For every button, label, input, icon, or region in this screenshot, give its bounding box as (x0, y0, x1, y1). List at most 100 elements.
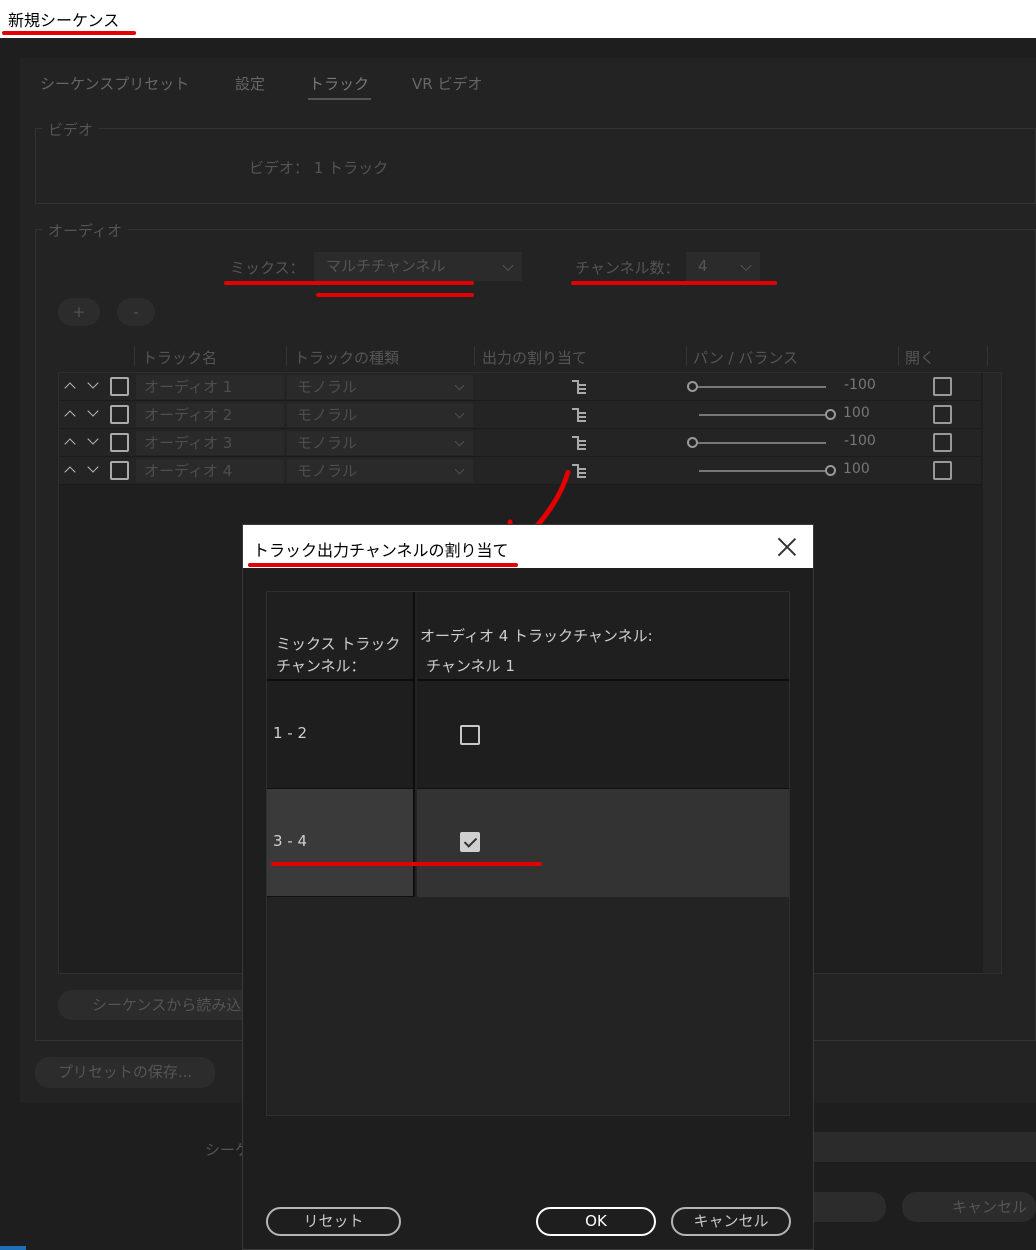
track-type-dropdown[interactable]: モノラル (287, 431, 473, 455)
track-select-checkbox[interactable] (110, 405, 129, 424)
column-header-track-type: トラックの種類 (294, 349, 400, 367)
add-track-button[interactable]: + (58, 298, 100, 326)
pan-slider-track[interactable] (699, 414, 825, 416)
track-header-line1: オーディオ 4 トラックチャンネル: (420, 627, 653, 645)
move-down-icon[interactable] (87, 405, 99, 417)
annotation-underline (224, 281, 474, 285)
reset-button[interactable]: リセット (266, 1207, 401, 1236)
window-title: 新規シーケンス (8, 11, 120, 30)
routing-icon[interactable] (571, 379, 587, 395)
pan-value: 100 (843, 405, 870, 421)
move-down-icon[interactable] (87, 461, 99, 473)
routing-icon[interactable] (571, 435, 587, 451)
pan-slider-knob[interactable] (825, 409, 836, 420)
mix-header-line2: チャンネル： (276, 657, 366, 675)
save-preset-button[interactable]: プリセットの保存... (35, 1057, 215, 1088)
table-scrollbar[interactable] (983, 373, 1001, 973)
ok-button[interactable]: OK (536, 1207, 656, 1236)
chevron-down-icon (740, 259, 752, 271)
track-header-line2: チャンネル 1 (426, 657, 515, 675)
mix-dropdown[interactable]: マルチチャンネル (314, 252, 522, 281)
pan-slider-knob[interactable] (687, 381, 698, 392)
pan-slider-knob[interactable] (825, 465, 836, 476)
column-separator (686, 346, 687, 366)
list-item: 3 - 4 (267, 789, 415, 897)
video-group (35, 128, 1036, 204)
annotation-underline (271, 862, 542, 866)
sequence-name-field[interactable] (800, 1132, 1036, 1162)
column-header-open: 開く (905, 349, 936, 367)
close-icon[interactable] (777, 537, 797, 557)
column-header-track-name: トラック名 (142, 349, 218, 367)
track-name-field[interactable]: オーディオ 4 (136, 459, 284, 483)
load-from-sequence-button[interactable]: シーケンスから読み込 (58, 990, 258, 1020)
track-type-dropdown[interactable]: モノラル (287, 459, 473, 483)
chevron-down-icon (454, 408, 465, 419)
channel-assign-checkbox[interactable] (460, 725, 480, 745)
annotation-underline (2, 31, 136, 35)
track-select-checkbox[interactable] (110, 461, 129, 480)
cancel-button[interactable]: キャンセル (671, 1207, 791, 1236)
pan-slider-track[interactable] (699, 470, 825, 472)
track-select-checkbox[interactable] (110, 433, 129, 452)
mix-track-channel-header: ミックス トラック チャンネル： (267, 592, 415, 681)
table-row: オーディオ 3 モノラル -100 (59, 429, 981, 457)
open-checkbox[interactable] (933, 433, 952, 452)
open-checkbox[interactable] (933, 377, 952, 396)
tab-sequence-presets[interactable]: シーケンスプリセット (40, 73, 189, 94)
cancel-label: キャンセル (952, 1198, 1028, 1216)
move-down-icon[interactable] (87, 433, 99, 445)
track-name-field[interactable]: オーディオ 2 (136, 403, 284, 427)
tab-settings[interactable]: 設定 (235, 73, 265, 94)
tab-tracks[interactable]: トラック (309, 73, 369, 94)
track-type-value: モノラル (297, 434, 358, 452)
dialog-titlebar: トラック出力チャンネルの割り当て (243, 525, 813, 568)
column-header-output-assignment: 出力の割り当て (482, 349, 588, 367)
taskbar-sliver (0, 1246, 26, 1250)
column-separator (474, 346, 475, 366)
pan-value: -100 (844, 433, 876, 449)
list-item (417, 789, 789, 897)
annotation-underline (316, 293, 474, 297)
chevron-down-icon (454, 436, 465, 447)
open-checkbox[interactable] (933, 461, 952, 480)
chevron-down-icon (454, 380, 465, 391)
pan-value: -100 (844, 377, 876, 393)
routing-icon[interactable] (571, 407, 587, 423)
annotation-underline (571, 281, 777, 285)
remove-track-button[interactable]: - (117, 298, 155, 326)
mix-dropdown-value: マルチチャンネル (326, 257, 446, 275)
move-up-icon[interactable] (64, 410, 76, 422)
track-type-dropdown[interactable]: モノラル (287, 403, 473, 427)
mix-header-line1: ミックス トラック (276, 635, 401, 653)
cancel-button-background[interactable]: キャンセル (902, 1192, 1036, 1222)
audio-group-title: オーディオ (42, 220, 128, 241)
track-select-checkbox[interactable] (110, 377, 129, 396)
column-header-pan-balance: パン / バランス (693, 349, 799, 367)
annotation-underline (248, 563, 518, 567)
move-up-icon[interactable] (64, 466, 76, 478)
channel-assignment-grid: ミックス トラック チャンネル： オーディオ 4 トラックチャンネル: チャンネ… (266, 591, 790, 1116)
video-group-title: ビデオ (42, 119, 100, 140)
move-up-icon[interactable] (64, 438, 76, 450)
track-name-field[interactable]: オーディオ 1 (136, 375, 284, 399)
channels-label: チャンネル数： (575, 259, 680, 277)
column-separator (987, 346, 988, 366)
move-down-icon[interactable] (87, 377, 99, 389)
chevron-down-icon (502, 259, 514, 271)
track-name-field[interactable]: オーディオ 3 (136, 431, 284, 455)
chevron-down-icon (454, 464, 465, 475)
open-checkbox[interactable] (933, 405, 952, 424)
pan-slider-track[interactable] (698, 442, 826, 444)
active-tab-indicator (308, 98, 371, 100)
pan-slider-knob[interactable] (687, 437, 698, 448)
video-track-summary: ビデオ： 1 トラック (249, 159, 389, 177)
tab-vr-video[interactable]: VR ビデオ (412, 73, 482, 94)
list-item: 1 - 2 (267, 681, 415, 789)
move-up-icon[interactable] (64, 382, 76, 394)
channel-assign-checkbox[interactable] (460, 832, 480, 852)
track-type-dropdown[interactable]: モノラル (287, 375, 473, 399)
mix-channel-label: 1 - 2 (273, 724, 308, 742)
pan-slider-track[interactable] (698, 386, 826, 388)
channels-dropdown[interactable]: 4 (686, 252, 760, 281)
